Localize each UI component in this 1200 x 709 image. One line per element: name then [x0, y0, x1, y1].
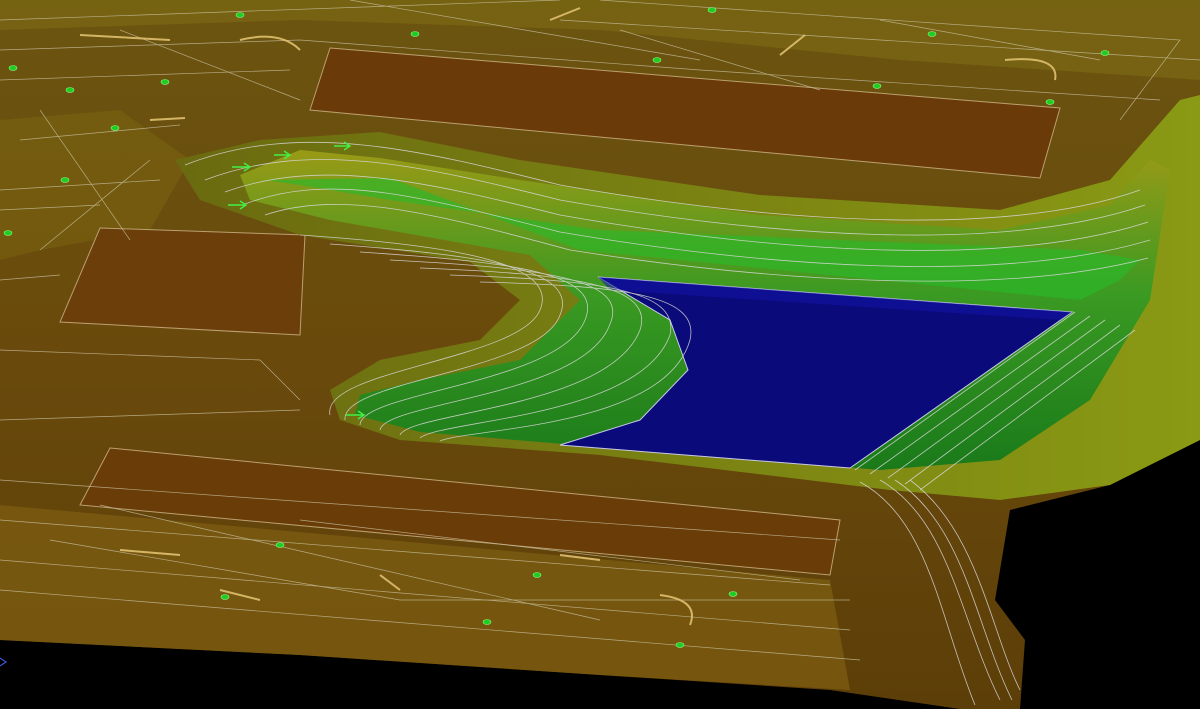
grade-marker-icon[interactable] [482, 619, 492, 625]
grade-marker-icon[interactable] [1100, 50, 1110, 56]
grade-marker-icon[interactable] [652, 57, 662, 63]
grade-marker-icon[interactable] [872, 83, 882, 89]
grade-marker-icon[interactable] [728, 591, 738, 597]
grade-marker-icon[interactable] [675, 642, 685, 648]
grade-marker-icon[interactable] [65, 87, 75, 93]
grade-marker-icon[interactable] [927, 31, 937, 37]
grade-marker-icon[interactable] [275, 542, 285, 548]
grade-marker-icon[interactable] [707, 7, 717, 13]
grade-marker-icon[interactable] [532, 572, 542, 578]
view-edge-marker [0, 657, 7, 667]
building-pad-west [59, 227, 306, 336]
grade-marker-icon[interactable] [235, 12, 245, 18]
grade-marker-icon[interactable] [3, 230, 13, 236]
grade-marker-icon[interactable] [220, 594, 230, 600]
grade-marker-icon[interactable] [160, 79, 170, 85]
grade-marker-icon[interactable] [110, 125, 120, 131]
grade-marker-icon[interactable] [410, 31, 420, 37]
grade-marker-icon[interactable] [1045, 99, 1055, 105]
grade-marker-icon[interactable] [60, 177, 70, 183]
site-grading-3d-viewport[interactable] [0, 0, 1200, 709]
grade-marker-icon[interactable] [8, 65, 18, 71]
